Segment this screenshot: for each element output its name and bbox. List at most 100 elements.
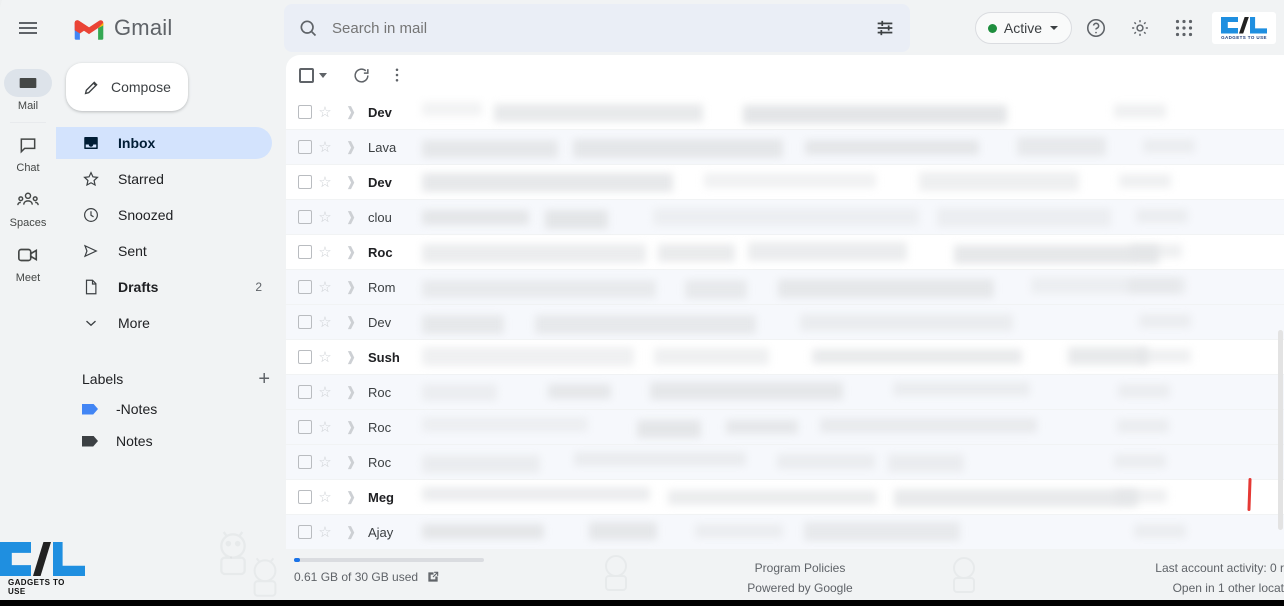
- important-marker-icon[interactable]: ❱: [338, 489, 364, 505]
- open-in-new-icon[interactable]: [426, 570, 440, 584]
- labels-header: Labels +: [56, 365, 286, 393]
- star-icon[interactable]: ☆: [312, 383, 338, 401]
- sidebar-label-more: More: [118, 315, 150, 331]
- star-icon[interactable]: ☆: [312, 453, 338, 471]
- status-badge[interactable]: Active: [974, 12, 1072, 44]
- storage-text-row: 0.61 GB of 30 GB used: [294, 570, 616, 584]
- mail-row[interactable]: ☆ ❱ Roc: [286, 410, 1284, 445]
- sidebar-item-inbox[interactable]: Inbox: [56, 127, 272, 159]
- row-content-blurred: [414, 270, 1284, 305]
- star-icon[interactable]: ☆: [312, 418, 338, 436]
- sidebar-label-item-notes-dash[interactable]: -Notes: [56, 393, 286, 425]
- plus-icon[interactable]: +: [258, 369, 270, 389]
- mail-row[interactable]: ☆ ❱ Roc: [286, 375, 1284, 410]
- sidebar-item-snoozed[interactable]: Snoozed: [56, 199, 272, 231]
- sidebar-nav-list: Inbox Starred Snoozed Sent Drafts 2 More: [56, 127, 286, 339]
- search-bar[interactable]: [284, 4, 910, 52]
- mail-row[interactable]: ☆ ❱ Lava: [286, 130, 1284, 165]
- row-sender: Roc: [368, 454, 392, 470]
- row-checkbox[interactable]: [298, 490, 312, 504]
- more-options-button[interactable]: [380, 58, 414, 92]
- sidebar-label-sent: Sent: [118, 243, 147, 259]
- refresh-button[interactable]: [344, 58, 378, 92]
- storage-progress-bar: [294, 558, 484, 562]
- important-marker-icon[interactable]: ❱: [338, 314, 364, 330]
- important-marker-icon[interactable]: ❱: [338, 104, 364, 120]
- row-checkbox[interactable]: [298, 350, 312, 364]
- tune-filter-icon[interactable]: [874, 17, 896, 39]
- mail-row[interactable]: ☆ ❱ Roc: [286, 445, 1284, 480]
- important-marker-icon[interactable]: ❱: [338, 419, 364, 435]
- label-tag-icon: [82, 403, 98, 415]
- important-marker-icon[interactable]: ❱: [338, 279, 364, 295]
- clock-icon: [84, 208, 98, 222]
- mail-row[interactable]: ☆ ❱ Sush: [286, 340, 1284, 375]
- sidebar-item-starred[interactable]: Starred: [56, 163, 272, 195]
- important-marker-icon[interactable]: ❱: [338, 384, 364, 400]
- row-checkbox[interactable]: [298, 280, 312, 294]
- hamburger-menu-icon[interactable]: [8, 8, 48, 48]
- gear-icon[interactable]: [1120, 8, 1160, 48]
- search-input[interactable]: [332, 19, 874, 37]
- labels-title: Labels: [82, 371, 124, 387]
- refresh-icon: [353, 67, 369, 83]
- star-icon[interactable]: ☆: [312, 173, 338, 191]
- rail-label-spaces: Spaces: [9, 217, 47, 229]
- important-marker-icon[interactable]: ❱: [338, 244, 364, 260]
- important-marker-icon[interactable]: ❱: [338, 454, 364, 470]
- star-icon[interactable]: ☆: [312, 348, 338, 366]
- rail-item-chat[interactable]: Chat: [0, 127, 56, 180]
- star-icon[interactable]: ☆: [312, 138, 338, 156]
- star-icon[interactable]: ☆: [312, 488, 338, 506]
- important-marker-icon[interactable]: ❱: [338, 209, 364, 225]
- compose-button[interactable]: Compose: [66, 63, 188, 111]
- mail-row[interactable]: ☆ ❱ Roc: [286, 235, 1284, 270]
- star-icon[interactable]: ☆: [312, 243, 338, 261]
- important-marker-icon[interactable]: ❱: [338, 524, 364, 540]
- sidebar-label-drafts: Drafts: [118, 279, 159, 295]
- row-checkbox[interactable]: [298, 455, 312, 469]
- star-icon[interactable]: ☆: [312, 523, 338, 541]
- mail-sidebar: Compose Inbox Starred Snoozed Sent Draft…: [56, 55, 286, 606]
- mail-row[interactable]: ☆ ❱ Dev: [286, 165, 1284, 200]
- star-icon[interactable]: ☆: [312, 313, 338, 331]
- row-checkbox[interactable]: [298, 420, 312, 434]
- mail-row[interactable]: ☆ ❱ Rom: [286, 270, 1284, 305]
- row-checkbox[interactable]: [298, 315, 312, 329]
- chat-bubble-icon: [4, 131, 52, 159]
- row-checkbox[interactable]: [298, 525, 312, 539]
- apps-grid-icon[interactable]: [1164, 8, 1204, 48]
- mail-rows-container: ☆ ❱ Dev ☆ ❱ Lava ☆ ❱ Dev ☆ ❱ clou ☆ ❱ Roc ☆ ❱ Rom ☆ ❱ Dev ☆ ❱ S…: [286, 95, 1284, 550]
- mail-row[interactable]: ☆ ❱ Dev: [286, 95, 1284, 130]
- gadgets-to-use-watermark: GADGETS TO USE: [0, 542, 85, 596]
- mail-list-scrollbar[interactable]: [1278, 330, 1283, 530]
- sidebar-label-item-notes[interactable]: Notes: [56, 425, 286, 457]
- rail-item-spaces[interactable]: Spaces: [0, 182, 56, 235]
- help-circle-icon[interactable]: [1076, 8, 1116, 48]
- star-icon[interactable]: ☆: [312, 278, 338, 296]
- row-checkbox[interactable]: [298, 245, 312, 259]
- mail-row[interactable]: ☆ ❱ clou: [286, 200, 1284, 235]
- program-policies-link[interactable]: Program Policies: [616, 558, 984, 578]
- mail-row[interactable]: ☆ ❱ Meg: [286, 480, 1284, 515]
- important-marker-icon[interactable]: ❱: [338, 349, 364, 365]
- sidebar-item-drafts[interactable]: Drafts 2: [56, 271, 272, 303]
- select-all-checkbox[interactable]: [296, 58, 330, 92]
- star-icon[interactable]: ☆: [312, 208, 338, 226]
- row-checkbox[interactable]: [298, 385, 312, 399]
- star-icon[interactable]: ☆: [312, 103, 338, 121]
- gmail-brand[interactable]: Gmail: [72, 15, 172, 41]
- row-checkbox[interactable]: [298, 175, 312, 189]
- mail-row[interactable]: ☆ ❱ Ajay: [286, 515, 1284, 550]
- rail-item-meet[interactable]: Meet: [0, 237, 56, 290]
- label-tag-icon: [82, 435, 98, 447]
- sidebar-item-more[interactable]: More: [56, 307, 272, 339]
- rail-item-mail[interactable]: Mail: [0, 65, 56, 118]
- row-checkbox[interactable]: [298, 105, 312, 119]
- important-marker-icon[interactable]: ❱: [338, 174, 364, 190]
- row-checkbox[interactable]: [298, 210, 312, 224]
- mail-row[interactable]: ☆ ❱ Dev: [286, 305, 1284, 340]
- important-marker-icon[interactable]: ❱: [338, 139, 364, 155]
- sidebar-item-sent[interactable]: Sent: [56, 235, 272, 267]
- row-checkbox[interactable]: [298, 140, 312, 154]
